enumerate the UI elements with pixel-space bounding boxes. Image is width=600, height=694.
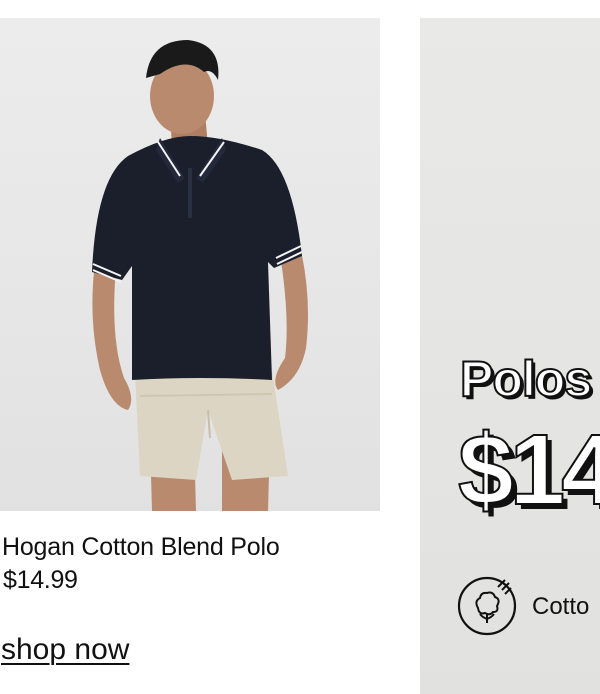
polo-model-illustration: [92, 40, 308, 511]
shop-now-link[interactable]: shop now: [1, 631, 129, 669]
promo-banner[interactable]: Polos $14 Cotto: [420, 18, 600, 694]
product-name[interactable]: Hogan Cotton Blend Polo: [2, 532, 280, 562]
cotton-icon: [456, 575, 518, 637]
feature-label: Cotto: [532, 593, 590, 620]
product-card: Hogan Cotton Blend Polo $14.99 shop now: [0, 18, 380, 666]
promo-heading: Polos: [459, 350, 593, 408]
page: Hogan Cotton Blend Polo $14.99 shop now …: [0, 0, 600, 694]
product-image[interactable]: [0, 18, 380, 511]
promo-price: $14: [457, 413, 600, 527]
product-price: $14.99: [3, 566, 78, 594]
